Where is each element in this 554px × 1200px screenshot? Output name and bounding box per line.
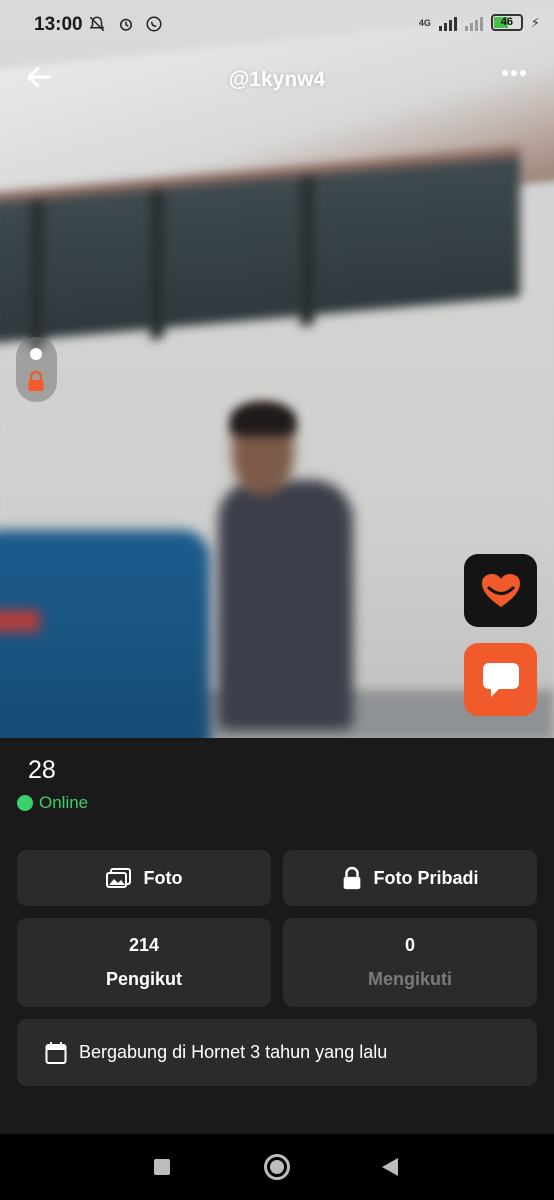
followers-label: Pengikut [105,969,182,989]
following-button[interactable]: 0 Mengikuti [283,918,537,1007]
battery-icon: 46 [490,14,523,31]
online-status-label: Online [39,793,89,812]
page-title: @1kynw4 [228,68,326,91]
photo-person-hair [230,402,296,436]
battery-level: 46 [500,16,513,28]
following-label: Mengikuti [368,969,452,989]
followers-count: 214 [128,935,160,955]
private-photos-button[interactable]: Foto Pribadi [283,850,537,906]
system-back-button[interactable] [382,1158,398,1176]
joined-text: Bergabung di Hornet 3 tahun yang lalu [79,1042,388,1062]
photos-icon [105,868,131,888]
status-notification-icons [88,13,163,33]
private-photos-button-label: Foto Pribadi [373,867,479,888]
home-button[interactable] [264,1154,290,1180]
bell-off-icon [89,16,105,31]
chat-button[interactable] [464,643,537,716]
top-app-bar: @1kynw4 [0,58,554,106]
following-count: 0 [404,935,415,955]
calendar-icon [45,1041,67,1064]
recents-button[interactable] [154,1159,170,1175]
photos-button-label: Foto [143,867,183,888]
photo-bin [0,530,210,738]
online-dot-icon [17,795,33,811]
whatsapp-icon [146,16,162,32]
photo-privacy-toggle[interactable] [16,337,57,402]
joined-info: Bergabung di Hornet 3 tahun yang lalu [17,1019,537,1086]
online-status: Online [17,793,88,813]
system-nav-bar [0,1134,554,1200]
more-dots-icon [502,70,526,76]
charging-icon: ⚡ [530,14,540,30]
alarm-icon [119,18,132,31]
lock-icon [28,370,44,391]
more-button[interactable] [496,58,532,98]
lock-icon [343,866,360,890]
heart-smile-icon [481,573,520,607]
status-time: 13:00 [34,14,83,35]
profile-age: 28 [28,756,56,784]
public-dot-icon [30,348,42,360]
chat-bubble-icon [482,662,519,697]
woof-button[interactable] [464,554,537,627]
followers-button[interactable]: 214 Pengikut [17,918,271,1007]
profile-info-panel: 28 Online Foto Foto Pribadi 214 Pengikut… [0,738,554,1134]
status-bar: 13:00 4G 46 ⚡ [0,0,554,52]
profile-photo[interactable] [0,0,554,738]
status-right-icons: 4G 46 ⚡ [419,14,540,31]
network-label: 4G [418,17,431,28]
photo-person-body [218,480,353,730]
signal-icon [438,15,457,31]
signal-weak-icon [464,15,483,31]
photos-button[interactable]: Foto [17,850,271,906]
